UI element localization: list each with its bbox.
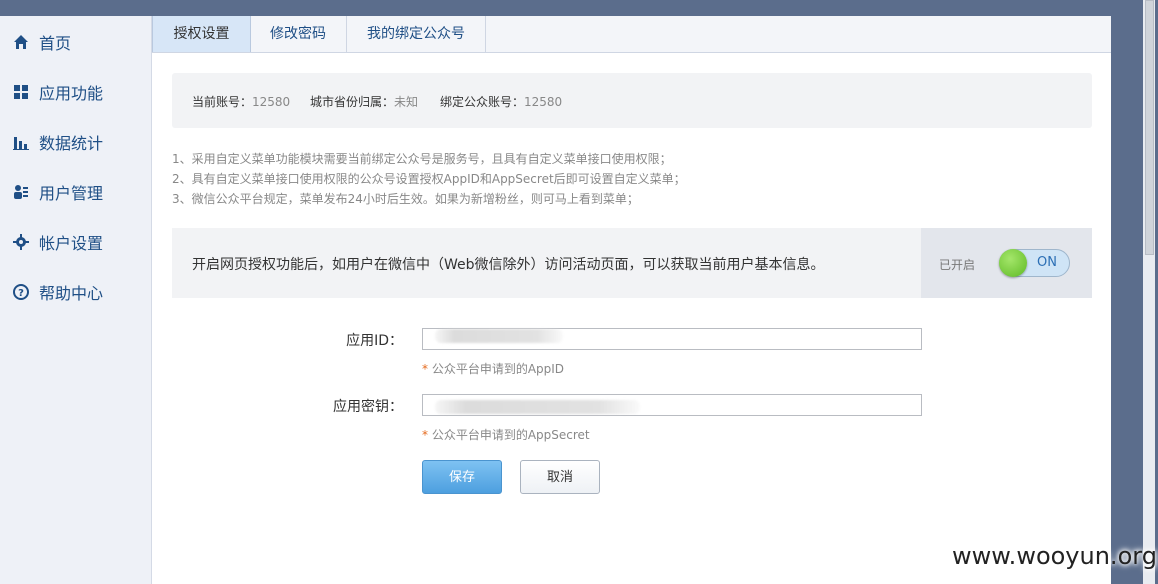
sidebar: 首页 应用功能 数据统计 用户管理 帐户设置 ? 帮助中心 — [0, 16, 152, 584]
grid-icon — [13, 84, 29, 100]
city-label: 城市省份归属： — [310, 95, 395, 109]
city-province: 城市省份归属：未知 — [310, 93, 418, 110]
redacted-appid — [435, 329, 563, 343]
gear-icon — [13, 234, 29, 250]
cancel-button[interactable]: 取消 — [520, 460, 600, 494]
sidebar-item-label: 用户管理 — [39, 184, 104, 203]
tab-auth-settings[interactable]: 授权设置 — [152, 16, 251, 52]
tab-bound-accounts[interactable]: 我的绑定公众号 — [347, 16, 486, 52]
oauth-toggle-panel: 已开启 ON — [921, 228, 1092, 298]
svg-text:?: ? — [18, 288, 24, 299]
secret-hint: * 公众平台申请到的AppSecret — [422, 426, 590, 443]
city-value: 未知 — [394, 95, 419, 109]
required-mark: * — [422, 362, 428, 376]
note-item: 2、具有自定义菜单接口使用权限的公众号设置授权AppID和AppSecret后即… — [172, 172, 686, 186]
sidebar-item-apps[interactable]: 应用功能 — [13, 80, 103, 104]
sidebar-item-users[interactable]: 用户管理 — [13, 180, 103, 204]
required-mark: * — [422, 428, 428, 442]
current-account-label: 当前账号： — [192, 95, 253, 109]
users-icon — [13, 184, 29, 200]
oauth-status-label: 已开启 — [939, 258, 976, 272]
sidebar-item-account-settings[interactable]: 帐户设置 — [13, 230, 103, 254]
secret-label: 应用密钥： — [333, 399, 403, 415]
bar-chart-icon — [13, 134, 29, 150]
sidebar-item-label: 应用功能 — [39, 84, 104, 103]
help-icon: ? — [13, 284, 29, 300]
oauth-toggle[interactable]: ON — [999, 249, 1070, 277]
bound-account-label: 绑定公众账号： — [440, 95, 525, 109]
redacted-secret — [435, 400, 640, 414]
appid-hint-text: 公众平台申请到的AppID — [431, 362, 565, 376]
note-item: 1、采用自定义菜单功能模块需要当前绑定公众号是服务号，且具有自定义菜单接口使用权… — [172, 152, 672, 166]
save-button[interactable]: 保存 — [422, 460, 502, 494]
current-account: 当前账号：12580 — [192, 93, 290, 110]
toggle-label: ON — [1037, 255, 1057, 270]
bound-account-value: 12580 — [524, 95, 563, 109]
tab-bar: 授权设置 修改密码 我的绑定公众号 — [152, 16, 1111, 53]
sidebar-item-label: 数据统计 — [39, 134, 104, 153]
appid-hint: * 公众平台申请到的AppID — [422, 360, 564, 377]
main-content: 授权设置 修改密码 我的绑定公众号 当前账号：12580 城市省份归属：未知 绑… — [152, 16, 1111, 584]
oauth-description: 开启网页授权功能后，如用户在微信中（Web微信除外）访问活动页面，可以获取当前用… — [192, 257, 825, 273]
watermark: www.wooyun.org — [952, 542, 1157, 570]
tab-change-password[interactable]: 修改密码 — [250, 16, 347, 52]
sidebar-item-label: 帐户设置 — [39, 234, 104, 253]
account-info-box: 当前账号：12580 城市省份归属：未知 绑定公众账号：12580 — [172, 73, 1092, 128]
appid-label: 应用ID： — [346, 333, 403, 349]
sidebar-item-label: 帮助中心 — [39, 284, 104, 303]
top-strip — [0, 0, 1140, 16]
oauth-box: 开启网页授权功能后，如用户在微信中（Web微信除外）访问活动页面，可以获取当前用… — [172, 228, 1092, 298]
toggle-knob — [999, 249, 1027, 277]
sidebar-item-home[interactable]: 首页 — [13, 30, 71, 54]
note-item: 3、微信公众平台规定，菜单发布24小时后生效。如果为新增粉丝，则可马上看到菜单； — [172, 192, 639, 206]
sidebar-item-label: 首页 — [39, 34, 72, 53]
sidebar-item-stats[interactable]: 数据统计 — [13, 130, 103, 154]
notes-list: 1、采用自定义菜单功能模块需要当前绑定公众号是服务号，且具有自定义菜单接口使用权… — [172, 149, 686, 209]
current-account-value: 12580 — [252, 95, 291, 109]
secret-hint-text: 公众平台申请到的AppSecret — [431, 428, 590, 442]
home-icon — [13, 34, 29, 50]
bound-account: 绑定公众账号：12580 — [440, 93, 562, 110]
scrollbar-thumb[interactable] — [1145, 0, 1154, 255]
sidebar-item-help[interactable]: ? 帮助中心 — [13, 280, 103, 304]
